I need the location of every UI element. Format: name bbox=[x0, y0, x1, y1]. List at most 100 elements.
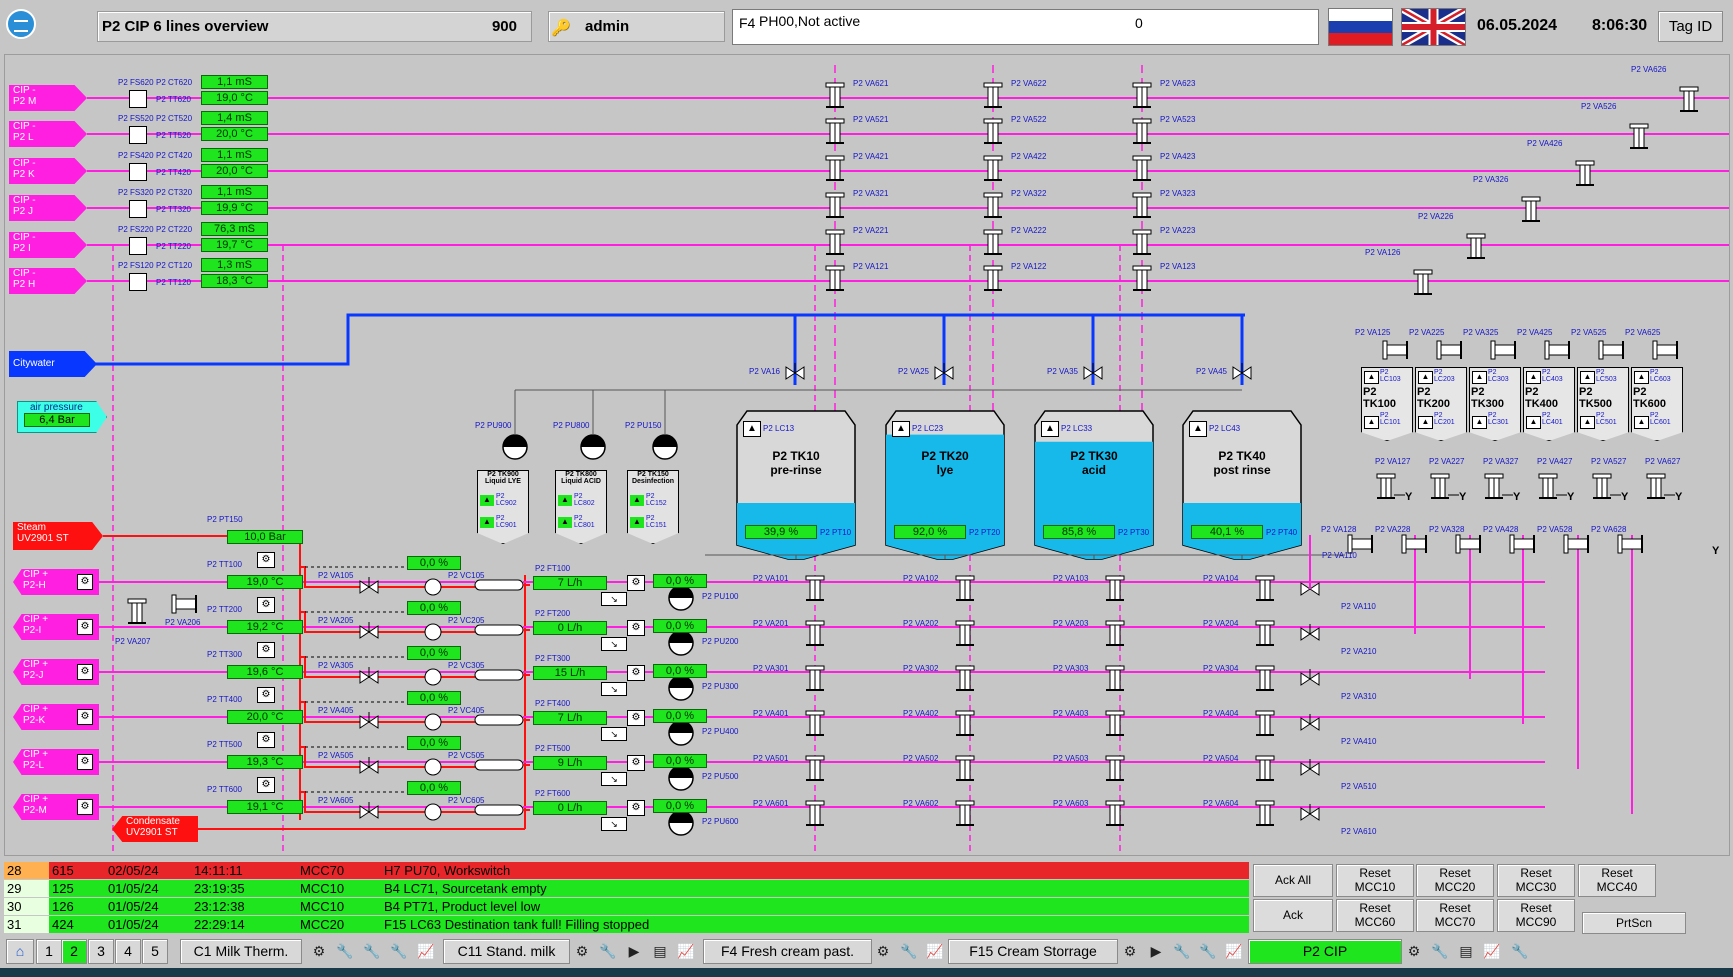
trend-icon[interactable]: 📈 bbox=[925, 941, 945, 961]
pump-speed-value[interactable]: 0,0 % bbox=[653, 709, 707, 723]
list-icon[interactable]: ▤ bbox=[650, 941, 670, 961]
small-tank[interactable]: ▲ P2 LC603 P2 TK600 ▲ P2 LC601 bbox=[1631, 367, 1683, 441]
small-tank[interactable]: ▲ P2 LC303 P2 TK300 ▲ P2 LC301 bbox=[1469, 367, 1521, 441]
flow-switch-icon[interactable] bbox=[129, 163, 147, 181]
check-valve-icon[interactable]: ↘ bbox=[601, 592, 627, 606]
wrench-b-icon[interactable]: 🔧 bbox=[362, 941, 382, 961]
alarm-row[interactable]: 31 424 01/05/24 22:29:14 MCC20 F15 LC63 Desti… bbox=[4, 916, 1249, 933]
settings-icon[interactable]: ⚙ bbox=[77, 664, 93, 680]
heat-exchanger-icon[interactable]: ⚙ bbox=[257, 552, 275, 568]
control-valve-value[interactable]: 0,0 % bbox=[407, 556, 461, 570]
pump-speed-value[interactable]: 0,0 % bbox=[653, 619, 707, 633]
check-valve-icon[interactable]: ↘ bbox=[601, 727, 627, 741]
temperature-value[interactable]: 19,0 °C bbox=[201, 91, 268, 105]
wrench-icon[interactable]: 🔧 bbox=[899, 941, 919, 961]
screen-button-fresh-cream[interactable]: F4 Fresh cream past. bbox=[703, 939, 872, 964]
reset-mcc-button[interactable]: Reset MCC40 bbox=[1578, 864, 1656, 897]
flow-settings-icon[interactable]: ⚙ bbox=[627, 800, 645, 816]
play-icon[interactable]: ▶ bbox=[1146, 941, 1166, 961]
flow-settings-icon[interactable]: ⚙ bbox=[627, 575, 645, 591]
heat-exchanger-icon[interactable]: ⚙ bbox=[257, 597, 275, 613]
cip-source-j[interactable]: CIP - P2 J bbox=[9, 195, 87, 221]
conductivity-value[interactable]: 1,3 mS bbox=[201, 258, 268, 272]
temperature-value[interactable]: 19,0 °C bbox=[227, 575, 303, 589]
reset-mcc-button[interactable]: Reset MCC90 bbox=[1497, 899, 1575, 932]
heat-exchanger-icon[interactable]: ⚙ bbox=[257, 687, 275, 703]
check-valve-icon[interactable]: ↘ bbox=[601, 817, 627, 831]
tank-level-value[interactable]: 92,0 % bbox=[894, 525, 966, 539]
heat-exchanger-icon[interactable]: ⚙ bbox=[257, 777, 275, 793]
cip-supply-6[interactable]: CIP + P2-M ⚙ bbox=[13, 794, 99, 820]
temperature-value[interactable]: 19,7 °C bbox=[201, 238, 268, 252]
flow-value[interactable]: 0 L/h bbox=[533, 621, 607, 635]
flow-switch-icon[interactable] bbox=[129, 237, 147, 255]
settings-icon[interactable]: ⚙ bbox=[1120, 941, 1140, 961]
temperature-value[interactable]: 19,3 °C bbox=[227, 755, 303, 769]
screen-button-stand-milk[interactable]: C11 Stand. milk bbox=[443, 939, 570, 964]
page-button-4[interactable]: 4 bbox=[115, 939, 141, 964]
condensate-source[interactable]: Condensate UV2901 ST bbox=[112, 816, 198, 842]
conductivity-value[interactable]: 1,1 mS bbox=[201, 185, 268, 199]
ack-all-button[interactable]: Ack All bbox=[1253, 864, 1333, 897]
pump-speed-value[interactable]: 0,0 % bbox=[653, 574, 707, 588]
flow-value[interactable]: 7 L/h bbox=[533, 576, 607, 590]
cip-supply-2[interactable]: CIP + P2-I ⚙ bbox=[13, 614, 99, 640]
reset-mcc-button[interactable]: Reset MCC20 bbox=[1416, 864, 1494, 897]
prtscn-button[interactable]: PrtScn bbox=[1582, 912, 1686, 934]
cip-supply-3[interactable]: CIP + P2-J ⚙ bbox=[13, 659, 99, 685]
settings-icon[interactable]: ⚙ bbox=[1404, 941, 1424, 961]
wrench-icon[interactable]: 🔧 bbox=[1510, 941, 1530, 961]
tag-id-button[interactable]: Tag ID bbox=[1658, 11, 1723, 42]
reset-mcc-button[interactable]: Reset MCC10 bbox=[1336, 864, 1414, 897]
settings-icon[interactable]: ⚙ bbox=[77, 799, 93, 815]
trend-icon[interactable]: 📈 bbox=[1224, 941, 1244, 961]
small-tank[interactable]: ▲ P2 LC103 P2 TK100 ▲ P2 LC101 bbox=[1361, 367, 1413, 441]
alarm-row[interactable]: 29 125 01/05/24 23:19:35 MCC10 B4 LC71, Sourc… bbox=[4, 880, 1249, 897]
flow-value[interactable]: 0 L/h bbox=[533, 801, 607, 815]
flow-switch-icon[interactable] bbox=[129, 200, 147, 218]
level-switch-icon[interactable]: ▲ bbox=[892, 421, 910, 437]
settings-icon[interactable]: ⚙ bbox=[77, 574, 93, 590]
play-icon[interactable]: ▶ bbox=[624, 941, 644, 961]
cip-source-k[interactable]: CIP - P2 K bbox=[9, 158, 87, 184]
flow-value[interactable]: 9 L/h bbox=[533, 756, 607, 770]
wrench-c-icon[interactable]: 🔧 bbox=[389, 941, 409, 961]
flow-switch-icon[interactable] bbox=[129, 90, 147, 108]
tank-level-value[interactable]: 39,9 % bbox=[745, 525, 817, 539]
pump-speed-value[interactable]: 0,0 % bbox=[653, 799, 707, 813]
steam-source[interactable]: Steam UV2901 ST bbox=[13, 522, 103, 550]
wrench-a-icon[interactable]: 🔧 bbox=[335, 941, 355, 961]
temperature-value[interactable]: 20,0 °C bbox=[201, 164, 268, 178]
conductivity-value[interactable]: 1,4 mS bbox=[201, 111, 268, 125]
cip-source-l[interactable]: CIP - P2 L bbox=[9, 121, 87, 147]
flow-switch-icon[interactable] bbox=[129, 126, 147, 144]
alarm-row[interactable]: 28 615 02/05/24 14:11:11 MCC70 H7 PU70, Works… bbox=[4, 862, 1249, 879]
cip-source-h[interactable]: CIP - P2 H bbox=[9, 268, 87, 294]
temperature-value[interactable]: 19,9 °C bbox=[201, 201, 268, 215]
temperature-value[interactable]: 18,3 °C bbox=[201, 274, 268, 288]
trend-icon[interactable]: 📈 bbox=[416, 941, 436, 961]
dosing-tank[interactable]: P2 TK800 Liquid ACID ▲ P2 LC802 ▲ P2 LC801 bbox=[555, 470, 607, 544]
settings-icon[interactable]: ⚙ bbox=[572, 941, 592, 961]
page-button-5[interactable]: 5 bbox=[142, 939, 168, 964]
list-icon[interactable]: ▤ bbox=[1456, 941, 1476, 961]
flow-value[interactable]: 15 L/h bbox=[533, 666, 607, 680]
screen-button-p2-cip[interactable]: P2 CIP bbox=[1248, 939, 1402, 964]
level-switch-icon[interactable]: ▲ bbox=[743, 421, 761, 437]
temperature-value[interactable]: 19,2 °C bbox=[227, 620, 303, 634]
check-valve-icon[interactable]: ↘ bbox=[601, 772, 627, 786]
cip-supply-4[interactable]: CIP + P2-K ⚙ bbox=[13, 704, 99, 730]
reset-mcc-button[interactable]: Reset MCC70 bbox=[1416, 899, 1494, 932]
trend-icon[interactable]: 📈 bbox=[676, 941, 696, 961]
screen-button-cream-storrage[interactable]: F15 Cream Storrage bbox=[948, 939, 1118, 964]
tank-level-value[interactable]: 40,1 % bbox=[1191, 525, 1263, 539]
citywater-source[interactable]: Citywater bbox=[9, 351, 97, 377]
conductivity-value[interactable]: 76,3 mS bbox=[201, 222, 268, 236]
settings-icon[interactable]: ⚙ bbox=[77, 619, 93, 635]
small-tank[interactable]: ▲ P2 LC403 P2 TK400 ▲ P2 LC401 bbox=[1523, 367, 1575, 441]
flag-uk-icon[interactable] bbox=[1401, 8, 1466, 46]
heat-exchanger-icon[interactable]: ⚙ bbox=[257, 642, 275, 658]
settings-icon[interactable]: ⚙ bbox=[309, 941, 329, 961]
cip-source-m[interactable]: CIP - P2 M bbox=[9, 85, 87, 111]
check-valve-icon[interactable]: ↘ bbox=[601, 682, 627, 696]
